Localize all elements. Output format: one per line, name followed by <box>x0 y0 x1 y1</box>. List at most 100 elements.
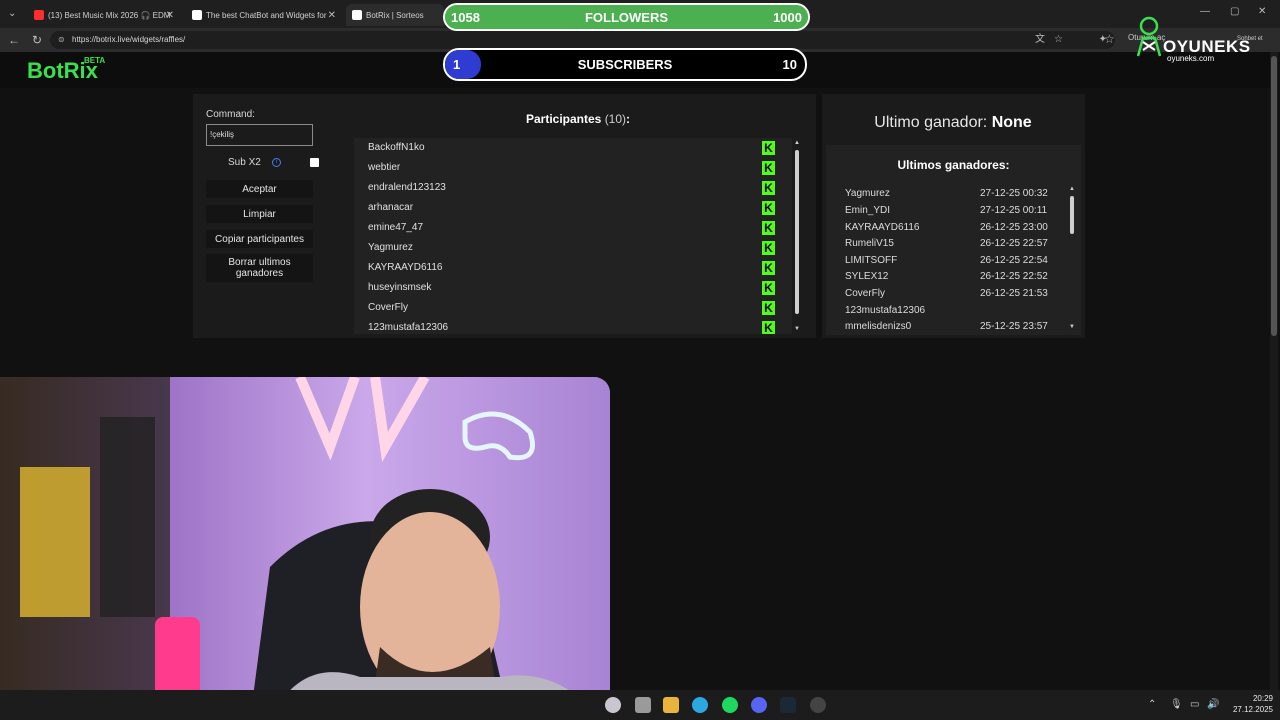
list-item[interactable]: BackoffN1ko K <box>354 138 792 158</box>
tray-expand-icon[interactable]: ⌃ <box>1148 699 1156 710</box>
site-info-icon[interactable]: ⊜ <box>58 31 65 49</box>
winner-date: 26-12-25 22:52 <box>980 271 1048 282</box>
webcam-feed <box>0 377 610 720</box>
kick-icon: K <box>762 221 775 235</box>
delete-last-winners-button[interactable]: Borrar ultimos ganadores <box>206 254 313 282</box>
tab-title: BotRix | Sorteos <box>366 10 424 20</box>
winner-name: LIMITSOFF <box>845 255 898 266</box>
file-explorer-icon[interactable] <box>663 697 679 713</box>
winners-scrollbar[interactable]: ▲ ▼ <box>1068 186 1076 330</box>
list-item[interactable]: KAYRAAYD6116 K <box>354 258 792 278</box>
participants-colon: : <box>626 112 631 126</box>
clock-time[interactable]: 20:29 <box>1243 694 1273 703</box>
tab-music[interactable]: (13) Best Music Mix 2026 🎧 EDM ✕ <box>28 4 180 26</box>
beta-badge: BETA <box>84 56 106 65</box>
tab-chatbot[interactable]: The best ChatBot and Widgets for ✕ <box>186 4 342 26</box>
edge-icon[interactable] <box>692 697 708 713</box>
winners-list: Ultimos ganadores: Yagmurez 27-12-25 00:3… <box>826 145 1081 335</box>
subscribers-goal-bar: 1 SUBSCRIBERS 10 <box>443 48 807 81</box>
winner-row: mmelisdenizs0 25-12-25 23:57 <box>845 321 1070 335</box>
winner-name: Emin_YDI <box>845 205 891 216</box>
participant-name: huseyinsmsek <box>368 282 432 293</box>
winner-date: 26-12-25 21:53 <box>980 288 1048 299</box>
oyuneks-logo: OYUNEKS oyuneks.com <box>1133 16 1273 64</box>
list-item[interactable]: endralend123123 K <box>354 178 792 198</box>
list-item[interactable]: Yagmurez K <box>354 238 792 258</box>
last-winner-value: None <box>991 114 1032 131</box>
scroll-up-icon[interactable]: ▲ <box>793 140 801 146</box>
steam-icon[interactable] <box>780 697 796 713</box>
obs-icon[interactable] <box>810 697 826 713</box>
participants-list: BackoffN1ko K webtier K endralend123123 K a… <box>354 138 792 334</box>
participants-title-text: Participantes <box>525 112 602 126</box>
copy-participants-button[interactable]: Copiar participantes <box>206 230 313 248</box>
translate-icon[interactable]: 文 <box>1035 31 1045 49</box>
display-icon[interactable]: ▭ <box>1190 699 1199 710</box>
scrollbar-thumb[interactable] <box>1271 56 1277 336</box>
kick-icon: K <box>762 321 775 334</box>
back-icon[interactable]: ← <box>8 32 20 48</box>
list-item[interactable]: huseyinsmsek K <box>354 278 792 298</box>
botrix-tab-icon <box>192 10 202 20</box>
kick-icon: K <box>762 181 775 195</box>
winner-name: mmelisdenizs0 <box>845 321 912 332</box>
close-icon[interactable]: ✕ <box>166 10 174 21</box>
list-item[interactable]: 123mustafa12306 K <box>354 318 792 334</box>
winner-name: RumeliV15 <box>845 238 894 249</box>
windows-taskbar: ⌃ 🎙 ▭ 🔊 20:29 27.12.2025 <box>0 690 1280 720</box>
winner-row: Emin_YDI 27-12-25 00:11 <box>845 205 1070 221</box>
scrollbar-thumb[interactable] <box>795 150 799 314</box>
winner-row: Yagmurez 27-12-25 00:32 <box>845 188 1070 204</box>
participants-scrollbar[interactable]: ▲ ▼ <box>793 140 801 332</box>
winner-name: KAYRAAYD6116 <box>845 222 920 233</box>
discord-icon[interactable] <box>751 697 767 713</box>
list-item[interactable]: arhanacar K <box>354 198 792 218</box>
command-input[interactable]: !çekiliş <box>206 124 313 146</box>
task-view-icon[interactable] <box>635 697 651 713</box>
tab-botrix-sorteos[interactable]: BotRix | Sorteos <box>346 4 444 26</box>
reload-icon[interactable]: ↻ <box>32 32 42 48</box>
participant-name: BackoffN1ko <box>368 142 425 153</box>
winner-row: KAYRAAYD6116 26-12-25 23:00 <box>845 222 1070 238</box>
winner-row: RumeliV15 26-12-25 22:57 <box>845 238 1070 254</box>
scroll-down-icon[interactable]: ▼ <box>1068 324 1076 330</box>
scroll-up-icon[interactable]: ▲ <box>1068 186 1076 192</box>
list-item[interactable]: CoverFly K <box>354 298 792 318</box>
winner-row: CoverFly 26-12-25 21:53 <box>845 288 1070 304</box>
kick-icon: K <box>762 301 775 315</box>
tab-list-icon[interactable]: ⌄ <box>8 6 16 22</box>
participant-name: 123mustafa12306 <box>368 322 449 333</box>
clock-date[interactable]: 27.12.2025 <box>1226 705 1273 714</box>
scrollbar-thumb[interactable] <box>1070 196 1074 234</box>
command-label: Command: <box>206 109 255 120</box>
winner-row: 123mustafa12306 <box>845 305 1070 321</box>
list-item[interactable]: emine47_47 K <box>354 218 792 238</box>
kick-icon: K <box>762 161 775 175</box>
favorites-icon[interactable]: ☆ <box>1104 31 1115 47</box>
accept-button[interactable]: Aceptar <box>206 180 313 198</box>
spotify-icon[interactable] <box>722 697 738 713</box>
tab-title: The best ChatBot and Widgets for <box>206 10 327 20</box>
winner-date: 27-12-25 00:32 <box>980 188 1048 199</box>
sub-x2-label: Sub X2 <box>228 157 261 168</box>
url-input[interactable]: ⊜ https://botrix.live/widgets/raffles/ 文… <box>50 31 1115 49</box>
winner-date: 26-12-25 22:54 <box>980 255 1048 266</box>
last-winner-heading: Ultimo ganador: None <box>822 114 1084 132</box>
clear-button[interactable]: Limpiar <box>206 205 313 223</box>
participant-name: Yagmurez <box>368 242 413 253</box>
close-icon[interactable]: ✕ <box>328 10 336 21</box>
winner-name: Yagmurez <box>845 188 890 199</box>
followers-goal: 1000 <box>773 9 802 25</box>
scroll-down-icon[interactable]: ▼ <box>793 326 801 332</box>
info-icon[interactable]: i <box>272 158 281 167</box>
participant-name: webtier <box>368 162 401 173</box>
winner-date: 26-12-25 23:00 <box>980 222 1048 233</box>
page-scrollbar[interactable] <box>1270 52 1278 690</box>
sub-x2-checkbox[interactable] <box>310 158 319 167</box>
star-icon[interactable]: ☆ <box>1054 31 1063 49</box>
participant-name: KAYRAAYD6116 <box>368 262 443 273</box>
microphone-icon[interactable]: 🎙 <box>1170 699 1183 710</box>
weather-icon[interactable] <box>605 697 621 713</box>
volume-icon[interactable]: 🔊 <box>1207 699 1219 710</box>
list-item[interactable]: webtier K <box>354 158 792 178</box>
